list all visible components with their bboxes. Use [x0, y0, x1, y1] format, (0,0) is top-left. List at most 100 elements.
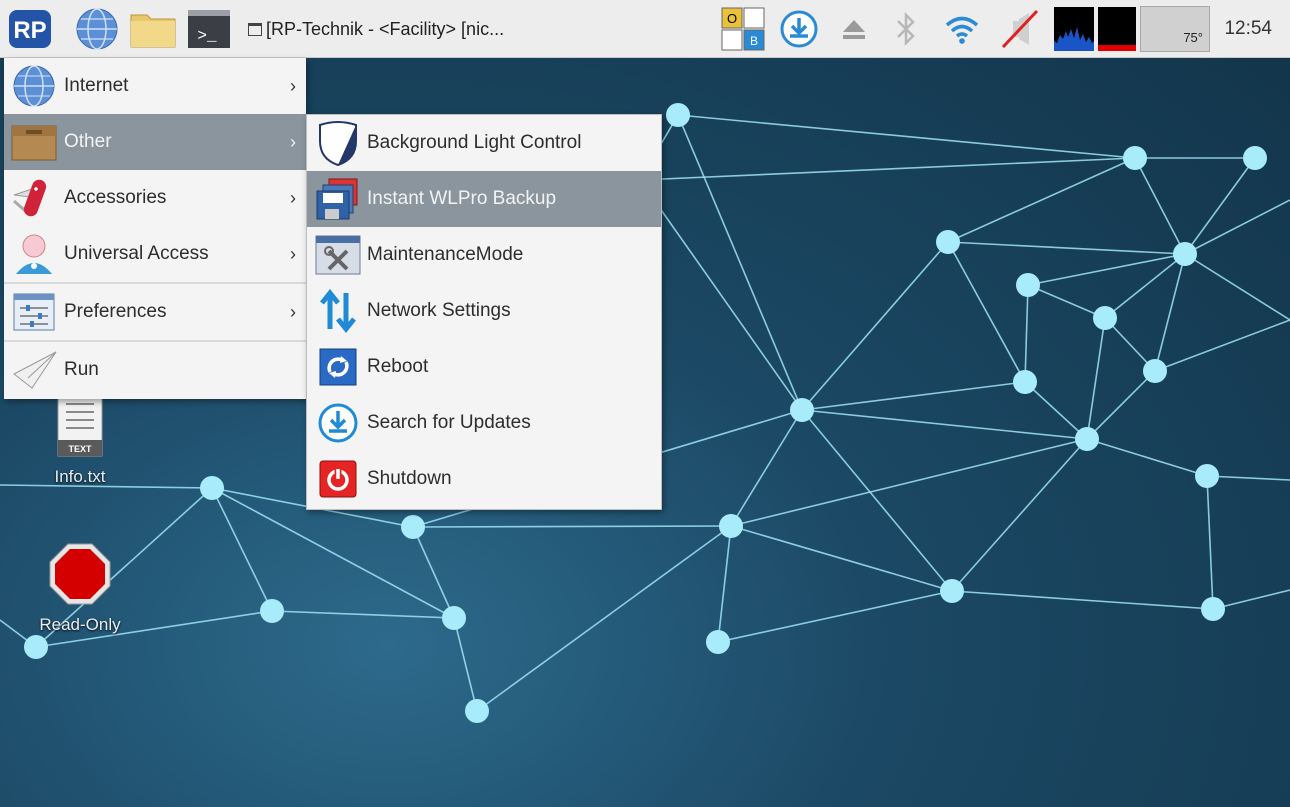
paper-plane-icon [8, 346, 60, 394]
stop-sign-icon [49, 543, 111, 605]
box-icon [8, 118, 60, 166]
menu-item-label: Accessories [64, 187, 167, 208]
svg-text:O: O [727, 11, 737, 26]
menu-item-label: Run [64, 359, 99, 380]
bluetooth-icon [897, 12, 915, 46]
wallpaper-node [1243, 146, 1267, 170]
tools-icon [313, 231, 363, 279]
wallpaper-node [260, 599, 284, 623]
menu-item-label: Internet [64, 75, 129, 96]
menu-item-background-light-control[interactable]: Background Light Control [307, 115, 661, 171]
wallpaper-line [801, 409, 1088, 440]
menu-item-universal-access[interactable]: Universal Access › [4, 226, 306, 282]
submenu-arrow-icon: › [290, 243, 296, 264]
menu-item-accessories[interactable]: Accessories › [4, 170, 306, 226]
task-title: [RP-Technik - <Facility> [nic... [266, 18, 505, 39]
wallpaper-line [947, 241, 1026, 383]
volume-button[interactable] [996, 7, 1046, 51]
cpu-usage-monitor[interactable] [1054, 7, 1094, 51]
shield-icon [313, 119, 363, 167]
wallpaper-line [1134, 157, 1186, 255]
wallpaper-line [1184, 199, 1290, 255]
globe-icon [8, 62, 60, 110]
wallpaper-line [1206, 475, 1214, 610]
wallpaper-line [476, 525, 732, 712]
wallpaper-node [1016, 273, 1040, 297]
cpu-temperature-monitor[interactable]: 75° [1140, 6, 1210, 52]
wallpaper-node [1093, 306, 1117, 330]
wallpaper-line [1184, 157, 1256, 255]
menu-item-label: Preferences [64, 301, 167, 322]
eject-icon [843, 20, 865, 39]
memory-bar-icon [1098, 7, 1136, 51]
menu-item-label: Search for Updates [367, 412, 531, 433]
floppy-icon [313, 175, 363, 223]
terminal-icon: >_ [188, 10, 230, 48]
swiss-knife-icon [8, 174, 60, 222]
menu-item-other[interactable]: Other › [4, 114, 306, 170]
other-submenu: Background Light Control Instant WLPro B… [306, 114, 662, 510]
wallpaper-line [1104, 253, 1186, 319]
wallpaper-node [790, 398, 814, 422]
bluetooth-button[interactable] [886, 7, 926, 51]
keyboard-lock-indicator[interactable]: O B [720, 7, 766, 51]
wallpaper-node [1201, 597, 1225, 621]
menu-item-label: Network Settings [367, 300, 511, 321]
wallpaper-node [940, 579, 964, 603]
wallpaper-node [719, 514, 743, 538]
globe-icon [76, 8, 118, 50]
wallpaper-node [401, 515, 425, 539]
wifi-button[interactable] [940, 7, 984, 51]
download-icon [313, 399, 363, 447]
menu-item-internet[interactable]: Internet › [4, 58, 306, 114]
clock[interactable]: 12:54 [1224, 0, 1272, 58]
wallpaper-node [465, 699, 489, 723]
menu-item-instant-wlpro-backup[interactable]: Instant WLPro Backup [307, 171, 661, 227]
top-panel: RP >_ [RP-Technik - <Facility> [nic... O… [0, 0, 1290, 58]
wallpaper-node [1173, 242, 1197, 266]
menu-item-search-for-updates[interactable]: Search for Updates [307, 395, 661, 451]
volume-muted-icon [1001, 9, 1039, 49]
menu-item-maintenancemode[interactable]: MaintenanceMode [307, 227, 661, 283]
wallpaper-node [200, 476, 224, 500]
memory-usage-monitor[interactable] [1098, 7, 1136, 51]
file-manager-launcher[interactable] [128, 7, 178, 51]
terminal-launcher[interactable]: >_ [186, 7, 232, 51]
wallpaper-node [936, 230, 960, 254]
menu-item-label: MaintenanceMode [367, 244, 524, 265]
wallpaper-line [1086, 438, 1208, 477]
desktop-icon-info-txt[interactable]: TEXT Info.txt [30, 392, 130, 487]
wallpaper-node [442, 606, 466, 630]
wallpaper-line [1027, 253, 1186, 286]
sliders-icon [8, 288, 60, 336]
updates-tray-button[interactable] [776, 7, 822, 51]
submenu-arrow-icon: › [290, 131, 296, 152]
wallpaper-line [412, 526, 455, 619]
menu-item-reboot[interactable]: Reboot [307, 339, 661, 395]
wallpaper-line [1027, 284, 1106, 319]
menu-item-label: Reboot [367, 356, 429, 377]
wallpaper-line [1206, 475, 1290, 481]
web-browser-launcher[interactable] [74, 7, 120, 51]
text-file-icon: TEXT [57, 393, 103, 457]
submenu-arrow-icon: › [290, 187, 296, 208]
desktop-icon-read-only[interactable]: Read-Only [30, 542, 130, 635]
wallpaper-line [947, 241, 1186, 255]
svg-text:B: B [750, 34, 758, 48]
wallpaper-node [706, 630, 730, 654]
menu-item-label: Shutdown [367, 468, 452, 489]
menu-item-preferences[interactable]: Preferences › [4, 284, 306, 340]
menu-item-label: Instant WLPro Backup [367, 188, 557, 209]
menu-item-network-settings[interactable]: Network Settings [307, 283, 661, 339]
wallpaper-line [1154, 319, 1290, 372]
rp-logo-icon: RP [9, 10, 51, 48]
menu-item-shutdown[interactable]: Shutdown [307, 451, 661, 507]
wallpaper-line [677, 114, 1136, 159]
taskbar-window-button[interactable]: [RP-Technik - <Facility> [nic... [248, 10, 504, 48]
menu-button[interactable]: RP [8, 7, 52, 51]
wallpaper-line [639, 157, 1136, 181]
eject-button[interactable] [834, 7, 874, 51]
menu-item-run[interactable]: Run [4, 342, 306, 398]
cpu-temp-value: 75° [1183, 30, 1203, 45]
wallpaper-line [1086, 370, 1156, 440]
